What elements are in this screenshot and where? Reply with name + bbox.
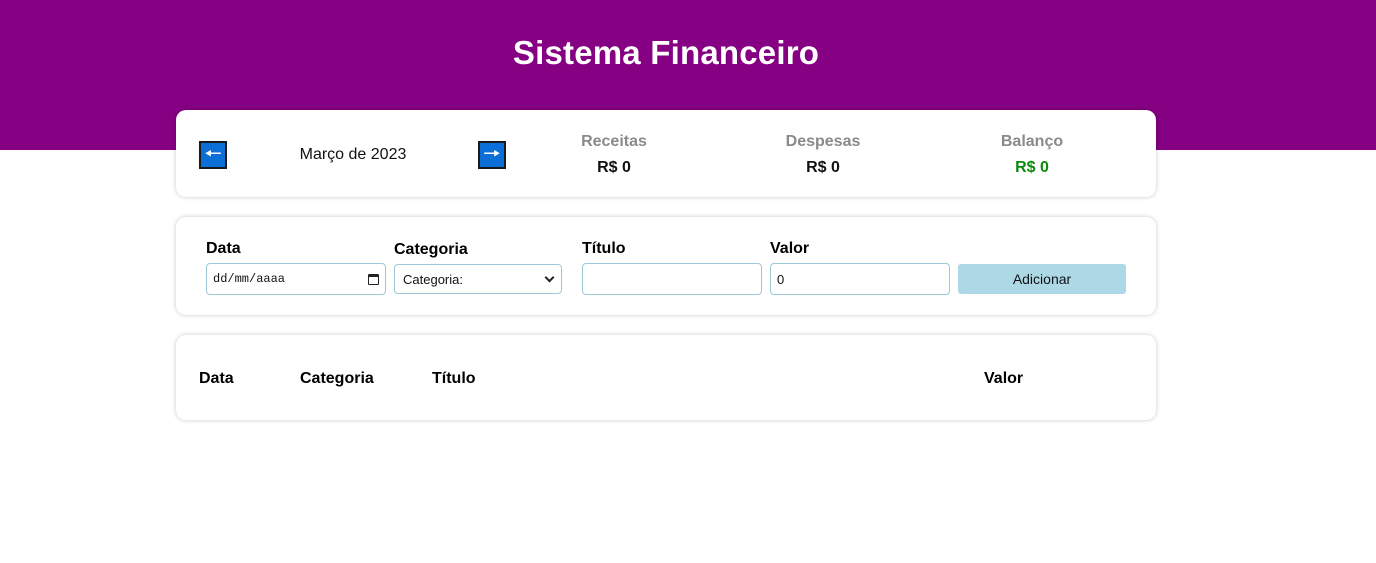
column-header-titulo: Título — [432, 370, 476, 387]
category-select[interactable]: Categoria: — [394, 264, 562, 294]
summary-balanco: Balanço R$ 0 — [952, 133, 1112, 177]
category-selected-value: Categoria: — [403, 271, 463, 287]
arrow-right-icon: 🠖 — [483, 143, 501, 165]
summary-receitas: Receitas R$ 0 — [534, 133, 694, 177]
arrow-left-icon: 🠔 — [204, 143, 222, 165]
value-input-text: 0 — [777, 271, 785, 287]
transactions-table: Data Categoria Título Valor — [176, 335, 1156, 420]
date-input[interactable]: dd/mm/aaaa — [206, 263, 386, 295]
add-button[interactable]: Adicionar — [958, 264, 1126, 294]
value-input[interactable]: 0 — [770, 263, 950, 295]
receitas-value: R$ 0 — [597, 159, 631, 176]
despesas-label: Despesas — [785, 133, 861, 150]
input-form: Data dd/mm/aaaa Categoria Categoria: Tít… — [176, 217, 1156, 315]
category-label: Categoria — [394, 241, 468, 258]
balanco-label: Balanço — [1000, 133, 1064, 150]
previous-month-button[interactable]: 🠔 — [199, 141, 227, 169]
receitas-label: Receitas — [581, 133, 647, 150]
balanco-value: R$ 0 — [1015, 159, 1049, 176]
calendar-icon[interactable] — [368, 273, 379, 285]
despesas-value: R$ 0 — [806, 159, 840, 176]
date-label: Data — [206, 240, 241, 257]
column-header-valor: Valor — [984, 370, 1024, 387]
next-month-button[interactable]: 🠖 — [478, 141, 506, 169]
title-label: Título — [582, 240, 626, 257]
summary-despesas: Despesas R$ 0 — [743, 133, 903, 177]
chevron-down-icon — [544, 272, 555, 282]
value-label: Valor — [770, 240, 810, 257]
info-area: 🠔 Março de 2023 🠖 Receitas R$ 0 Despesas… — [176, 110, 1156, 197]
current-month: Março de 2023 — [299, 146, 407, 163]
date-placeholder: dd/mm/aaaa — [213, 272, 286, 286]
title-input[interactable] — [582, 263, 762, 295]
column-header-categoria: Categoria — [300, 370, 374, 387]
column-header-data: Data — [199, 370, 234, 387]
page-title: Sistema Financeiro — [512, 34, 820, 71]
